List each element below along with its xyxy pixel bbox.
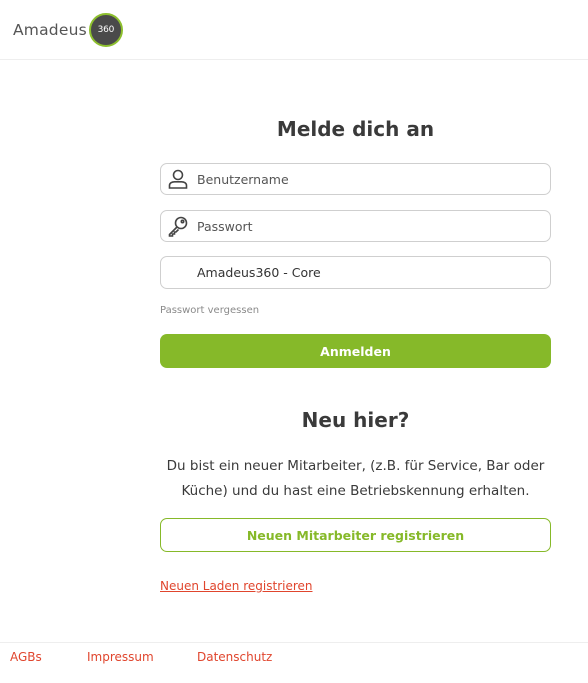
user-icon bbox=[168, 169, 188, 189]
key-icon bbox=[168, 216, 188, 237]
amadeus360-logo[interactable]: Amadeus 360 bbox=[13, 13, 123, 47]
register-store-link[interactable]: Neuen Laden registrieren bbox=[160, 579, 313, 593]
password-field[interactable] bbox=[160, 210, 551, 242]
username-field[interactable] bbox=[160, 163, 551, 195]
username-input[interactable] bbox=[197, 164, 537, 194]
password-input[interactable] bbox=[197, 211, 537, 241]
register-description: Du bist ein neuer Mitarbeiter, (z.B. für… bbox=[166, 458, 545, 499]
footer-link-datenschutz[interactable]: Datenschutz bbox=[197, 650, 272, 664]
logo-badge-text: 360 bbox=[97, 25, 115, 35]
system-select-value: Amadeus360 - Core bbox=[197, 265, 321, 280]
header: Amadeus 360 bbox=[0, 0, 588, 60]
logo-text: Amadeus bbox=[13, 21, 87, 39]
login-title: Melde dich an bbox=[276, 117, 435, 141]
register-employee-button[interactable]: Neuen Mitarbeiter registrieren bbox=[160, 518, 551, 552]
footer-link-agbs[interactable]: AGBs bbox=[10, 650, 42, 664]
footer: AGBs Impressum Datenschutz bbox=[0, 642, 588, 683]
forgot-password-link[interactable]: Passwort vergessen bbox=[160, 305, 259, 316]
register-title: Neu hier? bbox=[301, 408, 410, 432]
footer-link-impressum[interactable]: Impressum bbox=[87, 650, 154, 664]
system-select[interactable]: Amadeus360 - Core bbox=[160, 256, 551, 289]
logo-badge: 360 bbox=[88, 13, 123, 47]
login-button[interactable]: Anmelden bbox=[160, 334, 551, 368]
